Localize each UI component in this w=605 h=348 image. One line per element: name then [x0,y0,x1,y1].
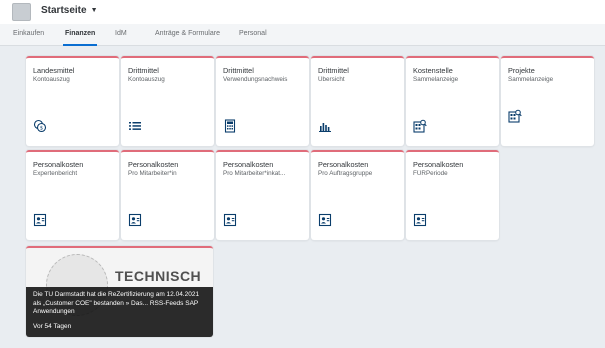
tile-kostenstelle-sammelanzeige[interactable]: Kostenstelle Sammelanzeige [406,56,499,146]
table-search-icon [508,109,522,123]
tile-title: Personalkosten [413,160,464,169]
app-title: Startseite [41,5,87,16]
tile-title: Kostenstelle [413,66,453,75]
tile-title: Personalkosten [33,160,84,169]
tile-title: Drittmittel [318,66,349,75]
news-overlay: Die TU Darmstadt hat die ReZertifizierun… [26,287,213,337]
table-search-icon [413,119,427,133]
news-text: Die TU Darmstadt hat die ReZertifizierun… [33,291,200,315]
tab-personal[interactable]: Personal [239,30,267,37]
tile-title: Drittmittel [223,66,254,75]
tile-subtitle: Kontoauszug [33,76,70,83]
tile-title: Projekte [508,66,535,75]
tab-einkaufen[interactable]: Einkaufen [13,30,44,37]
tile-subtitle: Pro Auftragsgruppe [318,170,373,177]
tab-finanzen[interactable]: Finanzen [65,30,95,37]
employee-card-icon [223,213,237,227]
tile-personalkosten-pro-auftragsgruppe[interactable]: Personalkosten Pro Auftragsgruppe [311,150,404,240]
tile-subtitle: Verwendungsnachweis [223,76,288,83]
tile-projekte-sammelanzeige[interactable]: Projekte Sammelanzeige [501,56,594,146]
employee-card-icon [33,213,47,227]
tile-subtitle: Kontoauszug [128,76,165,83]
tile-subtitle: FÜRPeriode [413,170,448,177]
calculator-icon [224,119,236,133]
svg-text:$: $ [40,126,43,132]
app-title-menu[interactable]: Startseite ▼ [41,5,98,16]
employee-card-icon [128,213,142,227]
shell-bar: Startseite ▼ [0,0,605,24]
tile-personalkosten-pro-mitarbeiterkat[interactable]: Personalkosten Pro Mitarbeiter*inkat... [216,150,309,240]
tile-title: Personalkosten [318,160,369,169]
tile-subtitle: Pro Mitarbeiter*in [128,170,177,177]
tab-antraege-formulare[interactable]: Anträge & Formulare [155,30,220,37]
employee-card-icon [413,213,427,227]
bar-chart-icon [319,123,331,132]
tile-title: Personalkosten [223,160,274,169]
tile-landesmittel-kontoauszug[interactable]: Landesmittel Kontoauszug $ [26,56,119,146]
logo[interactable] [12,3,31,21]
tile-subtitle: Expertenbericht [33,170,78,177]
tab-bar: Einkaufen Finanzen IdM Anträge & Formula… [0,24,605,46]
tab-idm[interactable]: IdM [115,30,127,37]
news-timestamp: Vor 54 Tagen [33,322,72,330]
caret-down-icon: ▼ [90,7,98,14]
tile-drittmittel-uebersicht[interactable]: Drittmittel Übersicht [311,56,404,146]
tile-subtitle: Pro Mitarbeiter*inkat... [223,170,286,177]
active-tab-indicator [63,44,97,46]
tile-subtitle: Übersicht [318,76,345,83]
tile-personalkosten-fuerperiode[interactable]: Personalkosten FÜRPeriode [406,150,499,240]
list-icon [129,122,141,130]
tile-title: Personalkosten [128,160,179,169]
news-brand-text: TECHNISCH [115,268,202,284]
tile-drittmittel-verwendungsnachweis[interactable]: Drittmittel Verwendungsnachweis [216,56,309,146]
tile-title: Landesmittel [33,66,75,75]
news-tile[interactable]: TECHNISCH Die TU Darmstadt hat die ReZer… [26,246,213,337]
tile-title: Drittmittel [128,66,159,75]
employee-card-icon [318,213,332,227]
tile-subtitle: Sammelanzeige [413,76,459,83]
tile-personalkosten-expertenbericht[interactable]: Personalkosten Expertenbericht [26,150,119,240]
money-bills-icon: $ [33,119,47,133]
tile-personalkosten-pro-mitarbeiter[interactable]: Personalkosten Pro Mitarbeiter*in [121,150,214,240]
tile-drittmittel-kontoauszug[interactable]: Drittmittel Kontoauszug [121,56,214,146]
tile-subtitle: Sammelanzeige [508,76,554,83]
